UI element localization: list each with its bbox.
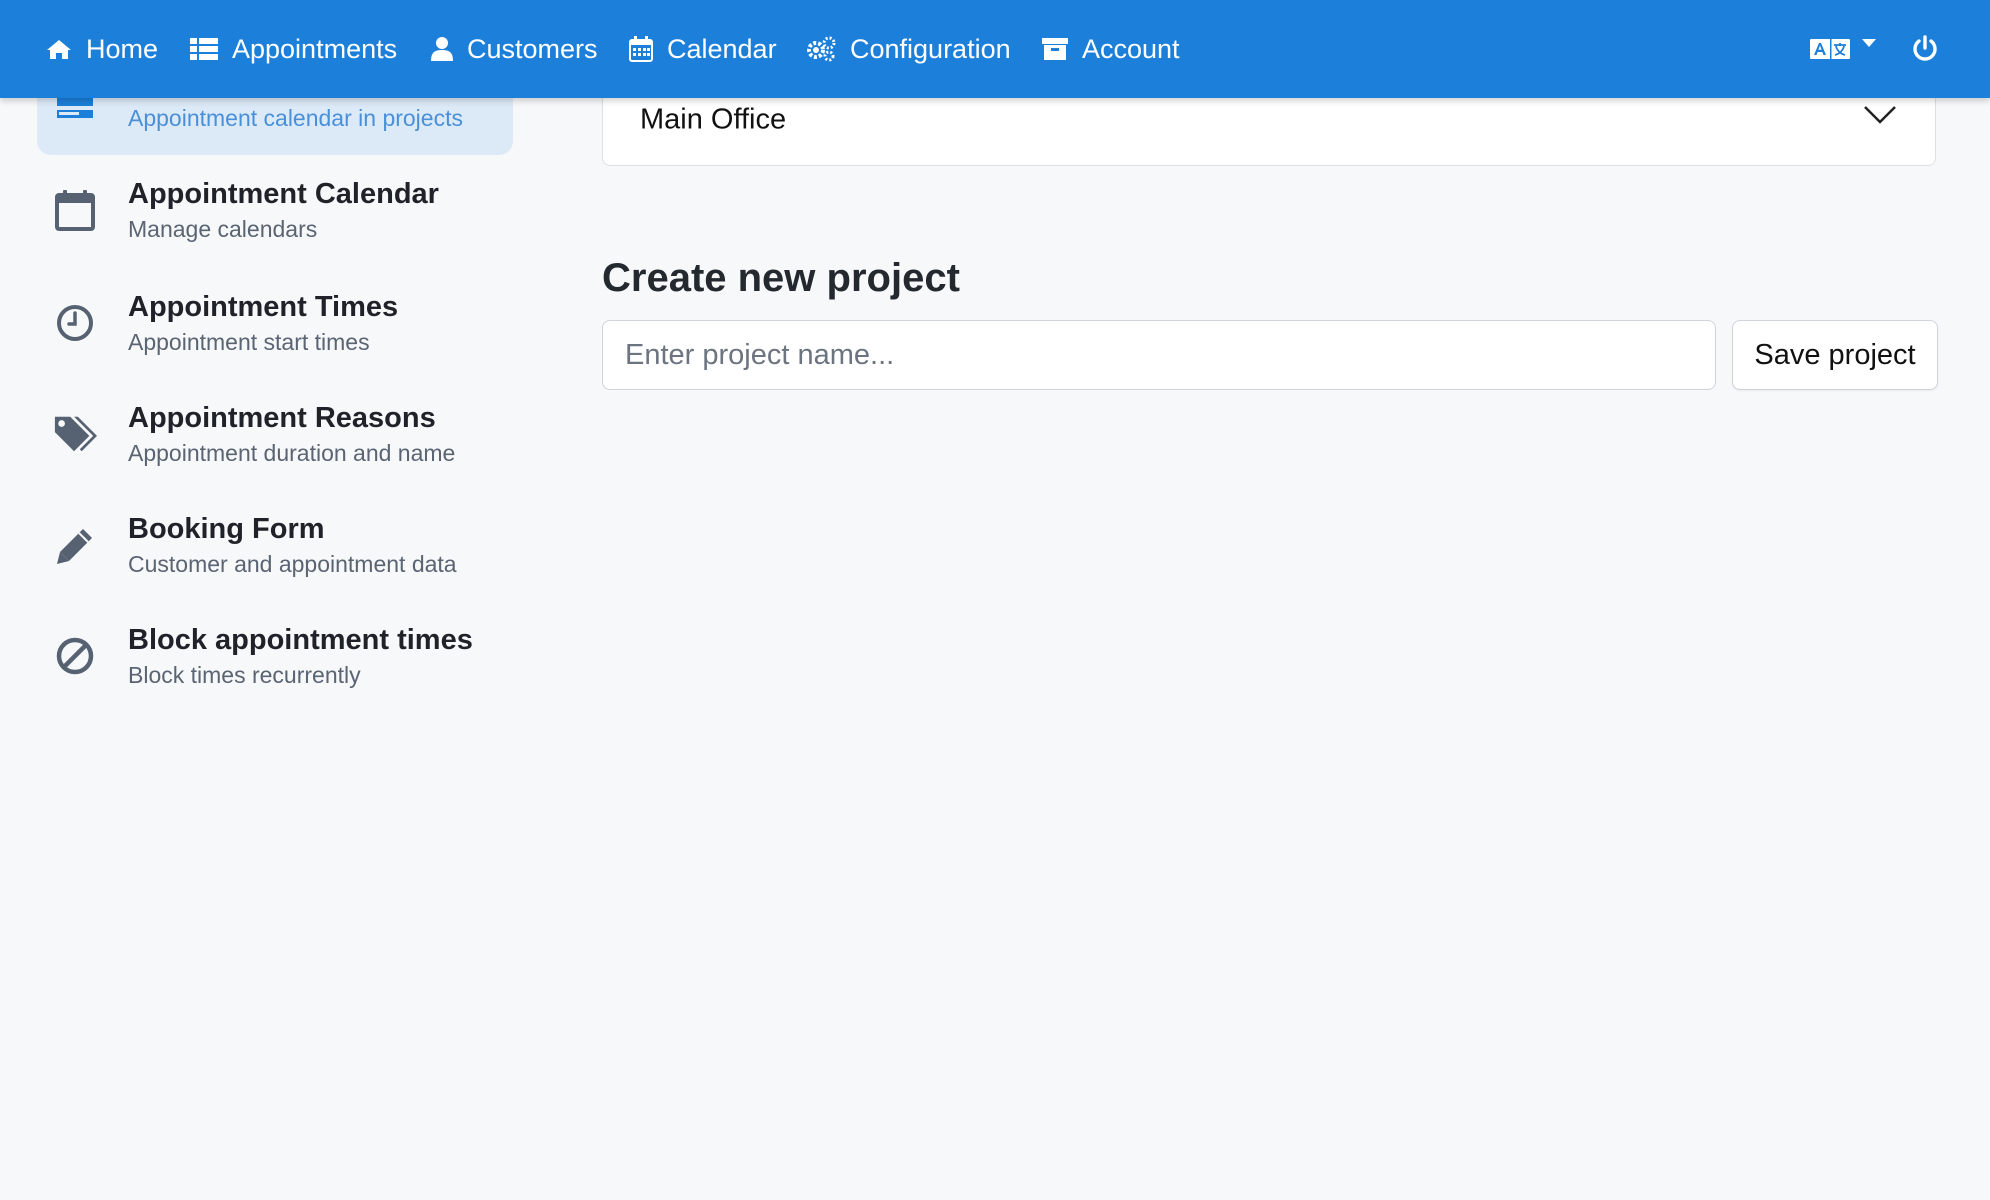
gears-icon — [807, 36, 836, 62]
nav-customers-label: Customers — [467, 33, 598, 64]
sidebar-item-subtitle: Appointment calendar in projects — [128, 105, 463, 131]
project-name-input[interactable] — [602, 320, 1716, 390]
sidebar-item-text: Appointment Calendar Manage calendars — [128, 176, 439, 244]
nav-configuration-label: Configuration — [850, 33, 1011, 64]
nav-configuration[interactable]: Configuration — [806, 0, 1011, 98]
sidebar-item-appointment-reasons[interactable]: Appointment Reasons Appointment duration… — [37, 400, 513, 480]
chevron-down-icon — [1864, 106, 1896, 124]
sidebar-item-subtitle: Manage calendars — [128, 216, 318, 242]
sidebar-item-title: Booking Form — [128, 513, 325, 545]
nav-appointments[interactable]: Appointments — [190, 0, 397, 98]
nav-account-label: Account — [1082, 33, 1180, 64]
sidebar-item-subtitle: Appointment start times — [128, 329, 370, 355]
sidebar-item-appointment-times[interactable]: Appointment Times Appointment start time… — [37, 289, 513, 369]
sidebar-item-text: Booking Form Customer and appointment da… — [128, 511, 457, 579]
archive-icon — [1042, 38, 1068, 60]
power-icon — [1913, 35, 1937, 61]
nav-home[interactable]: Home — [46, 0, 158, 98]
sidebar-item-appointment-calendar[interactable]: Appointment Calendar Manage calendars — [37, 176, 513, 256]
sidebar-item-title: Appointment Times — [128, 291, 399, 323]
nav-calendar[interactable]: Calendar — [629, 0, 777, 98]
sidebar-item-block-times[interactable]: Block appointment times Block times recu… — [37, 622, 513, 702]
language-dropdown[interactable] — [1810, 0, 1876, 98]
sidebar-item-text: Appointment Reasons Appointment duration… — [128, 400, 455, 468]
sidebar-item-subtitle: Appointment duration and name — [128, 440, 456, 466]
user-icon — [431, 37, 453, 61]
home-icon — [47, 40, 71, 59]
tags-icon — [53, 412, 97, 456]
pencil-icon — [53, 524, 97, 568]
nav-home-label: Home — [86, 33, 159, 64]
nav-customers[interactable]: Customers — [431, 0, 598, 98]
nav-account[interactable]: Account — [1042, 0, 1180, 98]
clock-icon — [53, 301, 97, 345]
calendar-icon — [53, 189, 97, 233]
sidebar-item-text: Block appointment times Block times recu… — [128, 622, 473, 690]
sidebar-item-title: Appointment Calendar — [128, 178, 439, 210]
sidebar-item-title: Appointment Reasons — [128, 402, 436, 434]
sidebar-item-text: Appointment Times Appointment start time… — [128, 289, 398, 357]
top-navbar: Home Appointments Customers Calendar Con… — [0, 0, 1990, 98]
sidebar-item-title: Block appointment times — [128, 624, 473, 656]
language-icon — [1810, 39, 1850, 59]
sidebar-item-subtitle: Customer and appointment data — [128, 551, 457, 577]
sidebar-item-subtitle: Block times recurrently — [128, 662, 361, 688]
create-project-title: Create new project — [602, 256, 960, 300]
sidebar-item-booking-form[interactable]: Booking Form Customer and appointment da… — [37, 511, 513, 591]
caret-down-icon — [1862, 39, 1876, 47]
nav-calendar-label: Calendar — [667, 33, 777, 64]
nav-appointments-label: Appointments — [232, 33, 398, 64]
save-project-button[interactable]: Save project — [1732, 320, 1938, 390]
calendar-icon — [629, 36, 653, 62]
ban-icon — [53, 634, 97, 678]
list-icon — [190, 38, 218, 60]
logout-button[interactable] — [1912, 0, 1938, 98]
project-select-value: Main Office — [640, 103, 787, 136]
